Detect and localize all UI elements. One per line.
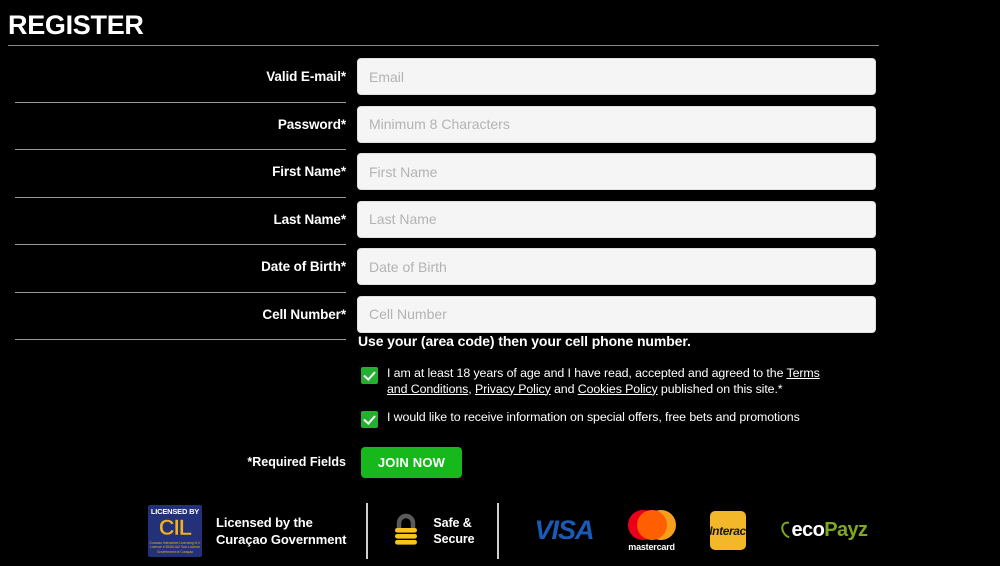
cil-logo-fineprint: Curacao Interactive Licensing N.V. Licen… (149, 540, 201, 554)
footer-badges: LICENSED BY CIL Curacao Interactive Lice… (0, 495, 1000, 566)
license-text-line1: Licensed by the (216, 514, 313, 530)
form-row-password: Password* (0, 103, 1000, 150)
license-text-line2: Curaçao Government (216, 531, 347, 547)
security-text: Safe & Secure (433, 515, 474, 547)
form-row-email: Valid E-mail* (0, 55, 1000, 103)
license-badge: LICENSED BY CIL Curacao Interactive Lice… (148, 504, 366, 557)
cil-logo-letters: CIL (158, 514, 193, 540)
cil-license-logo-icon: LICENSED BY CIL Curacao Interactive Lice… (148, 504, 202, 557)
security-badge: Safe & Secure (368, 511, 496, 551)
interac-logo-icon: Interac (709, 511, 746, 550)
register-page: REGISTER Valid E-mail* Password* First N… (0, 0, 1000, 566)
payment-interac: Interac (709, 511, 746, 550)
cookies-policy-link[interactable]: Cookies Policy (578, 382, 658, 396)
form-row-last-name: Last Name* (0, 198, 1000, 245)
padlock-icon (390, 511, 422, 551)
payment-visa: VISA (534, 515, 595, 546)
license-text: Licensed by the Curaçao Government (216, 514, 347, 548)
consent-row-terms[interactable]: I am at least 18 years of age and I have… (361, 366, 841, 397)
row-divider (15, 339, 346, 340)
ecopayz-logo-icon: ecoPayz (777, 518, 868, 542)
email-input[interactable] (357, 58, 876, 95)
terms-text-before: I am at least 18 years of age and I have… (387, 366, 787, 380)
cell-number-input[interactable] (357, 295, 876, 333)
privacy-policy-link[interactable]: Privacy Policy (475, 382, 551, 396)
date-of-birth-input[interactable] (357, 248, 876, 285)
required-fields-note: *Required Fields (247, 455, 346, 469)
form-row-first-name: First Name* (0, 150, 1000, 198)
title-block: REGISTER (8, 10, 879, 46)
label-date-of-birth: Date of Birth* (261, 259, 346, 274)
form-row-date-of-birth: Date of Birth* (0, 245, 1000, 293)
terms-consent-text: I am at least 18 years of age and I have… (387, 366, 841, 397)
last-name-input[interactable] (357, 200, 876, 238)
security-text-line1: Safe & (433, 515, 472, 530)
footer-inner: LICENSED BY CIL Curacao Interactive Lice… (148, 502, 868, 559)
terms-text-after: published on this site.* (657, 381, 783, 396)
mastercard-circles (627, 509, 676, 540)
terms-separator-1: , (468, 381, 475, 396)
terms-separator-2: and (550, 381, 578, 396)
password-input[interactable] (357, 105, 876, 143)
mastercard-overlap (636, 509, 667, 540)
title-divider (8, 45, 879, 46)
payment-methods: VISA mastercard Interac ecoPayz (499, 509, 868, 552)
ecopayz-payz-text: Payz (824, 519, 868, 541)
join-now-button[interactable]: JOIN NOW (361, 447, 462, 478)
label-last-name: Last Name* (273, 211, 346, 227)
payment-ecopayz: ecoPayz (777, 518, 868, 542)
mastercard-logo-icon: mastercard (627, 509, 676, 552)
registration-form: Valid E-mail* Password* First Name* Last… (0, 55, 1000, 340)
terms-checkbox[interactable] (361, 367, 378, 384)
label-cell-number: Cell Number* (262, 306, 346, 322)
label-password: Password* (277, 116, 346, 132)
first-name-input[interactable] (357, 153, 876, 190)
offers-checkbox[interactable] (361, 411, 378, 428)
page-title: REGISTER (8, 10, 144, 40)
payment-mastercard: mastercard (627, 509, 676, 552)
mastercard-wordmark: mastercard (628, 541, 675, 552)
label-first-name: First Name* (272, 164, 346, 179)
label-email: Valid E-mail* (266, 69, 346, 84)
visa-logo-icon: VISA (534, 515, 595, 545)
security-text-line2: Secure (433, 531, 475, 546)
offers-consent-text: I would like to receive information on s… (387, 410, 800, 424)
consent-row-offers[interactable]: I would like to receive information on s… (361, 410, 841, 428)
cell-number-helper-text: Use your (area code) then your cell phon… (358, 333, 691, 349)
